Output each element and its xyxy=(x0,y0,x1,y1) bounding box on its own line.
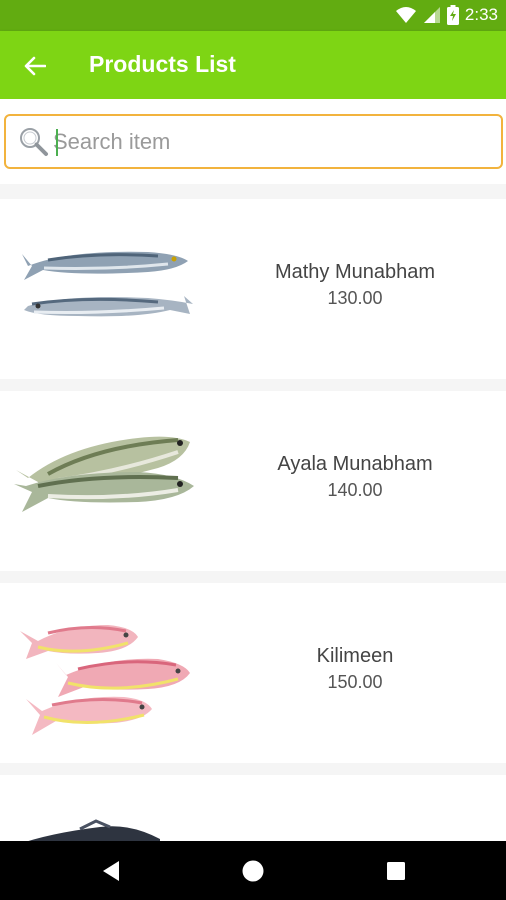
arrow-back-icon xyxy=(24,56,46,76)
product-info: Kilimeen 150.00 xyxy=(210,645,500,693)
product-card[interactable]: Mathy Munabham 130.00 xyxy=(0,199,506,379)
product-name: Kilimeen xyxy=(316,645,394,667)
search-box[interactable] xyxy=(4,114,503,169)
signal-icon xyxy=(423,7,440,23)
navigation-bar xyxy=(0,841,506,900)
product-image xyxy=(20,625,190,735)
wifi-icon xyxy=(395,7,416,23)
product-info: Ayala Munabham 140.00 xyxy=(210,453,500,501)
battery-icon xyxy=(446,5,459,25)
search-icon xyxy=(20,128,48,156)
search-input[interactable] xyxy=(53,122,483,162)
product-name: Ayala Munabham xyxy=(277,453,433,475)
text-cursor xyxy=(56,129,58,156)
nav-recents-button[interactable] xyxy=(380,855,412,887)
product-image xyxy=(22,251,193,317)
back-button[interactable] xyxy=(18,49,52,83)
circle-home-icon xyxy=(242,860,264,882)
status-time: 2:33 xyxy=(464,5,498,24)
product-price: 130.00 xyxy=(327,288,383,308)
app-bar: Products List xyxy=(0,31,506,99)
product-card[interactable]: Ayala Munabham 140.00 xyxy=(0,391,506,571)
nav-home-button[interactable] xyxy=(237,855,269,887)
square-recents-icon xyxy=(387,862,405,880)
triangle-back-icon xyxy=(103,861,119,881)
status-bar: 2:33 xyxy=(0,0,506,31)
search-section xyxy=(0,99,506,184)
product-name: Mathy Munabham xyxy=(274,261,436,283)
nav-back-button[interactable] xyxy=(95,855,127,887)
product-image xyxy=(14,436,194,512)
product-price: 140.00 xyxy=(327,480,383,500)
product-card[interactable]: Kilimeen 150.00 xyxy=(0,583,506,763)
status-icons: 2:33 xyxy=(395,4,498,26)
page-title: Products List xyxy=(89,51,236,77)
product-price: 150.00 xyxy=(327,672,383,692)
product-info: Mathy Munabham 130.00 xyxy=(210,261,500,309)
